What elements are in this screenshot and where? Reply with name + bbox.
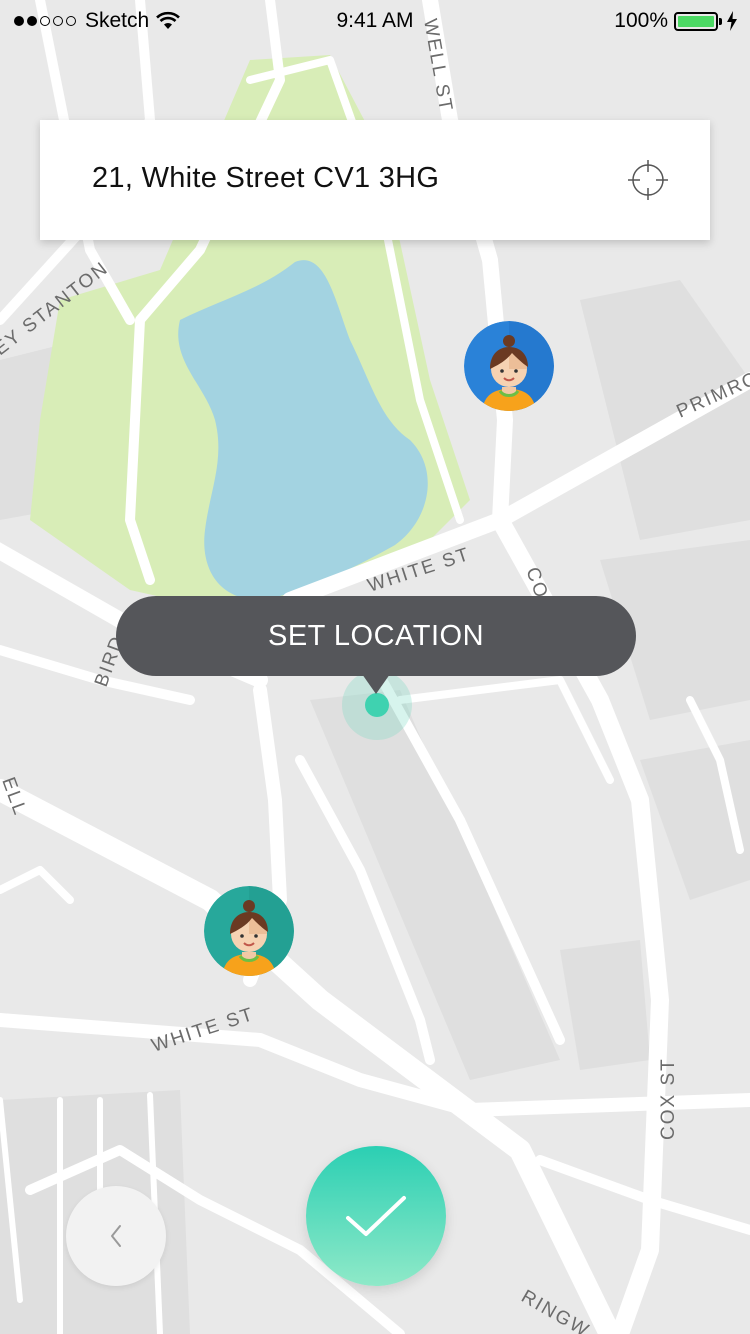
checkmark-icon — [346, 1196, 406, 1236]
battery-percent: 100% — [614, 9, 668, 32]
driver-avatar-icon — [204, 886, 294, 976]
back-button[interactable] — [66, 1186, 166, 1286]
set-location-button[interactable]: SET LOCATION — [116, 596, 636, 676]
chevron-left-icon — [111, 1225, 121, 1247]
street-label: COX ST — [658, 1057, 679, 1140]
driver-avatar-icon — [464, 321, 554, 411]
battery-icon — [674, 11, 718, 31]
location-pin[interactable] — [365, 693, 389, 717]
bolt-icon — [727, 11, 737, 31]
confirm-button[interactable] — [306, 1146, 446, 1286]
status-right: 100% — [614, 9, 738, 33]
address-search-card[interactable]: 21, White Street CV1 3HG — [40, 120, 710, 240]
driver-marker-1[interactable] — [464, 321, 554, 411]
driver-marker-2[interactable] — [204, 886, 294, 976]
status-bar: Sketch 9:41 AM 100% — [0, 0, 750, 44]
address-input[interactable]: 21, White Street CV1 3HG — [92, 162, 439, 195]
tooltip-arrow — [362, 674, 390, 694]
crosshair-icon[interactable] — [628, 160, 668, 200]
